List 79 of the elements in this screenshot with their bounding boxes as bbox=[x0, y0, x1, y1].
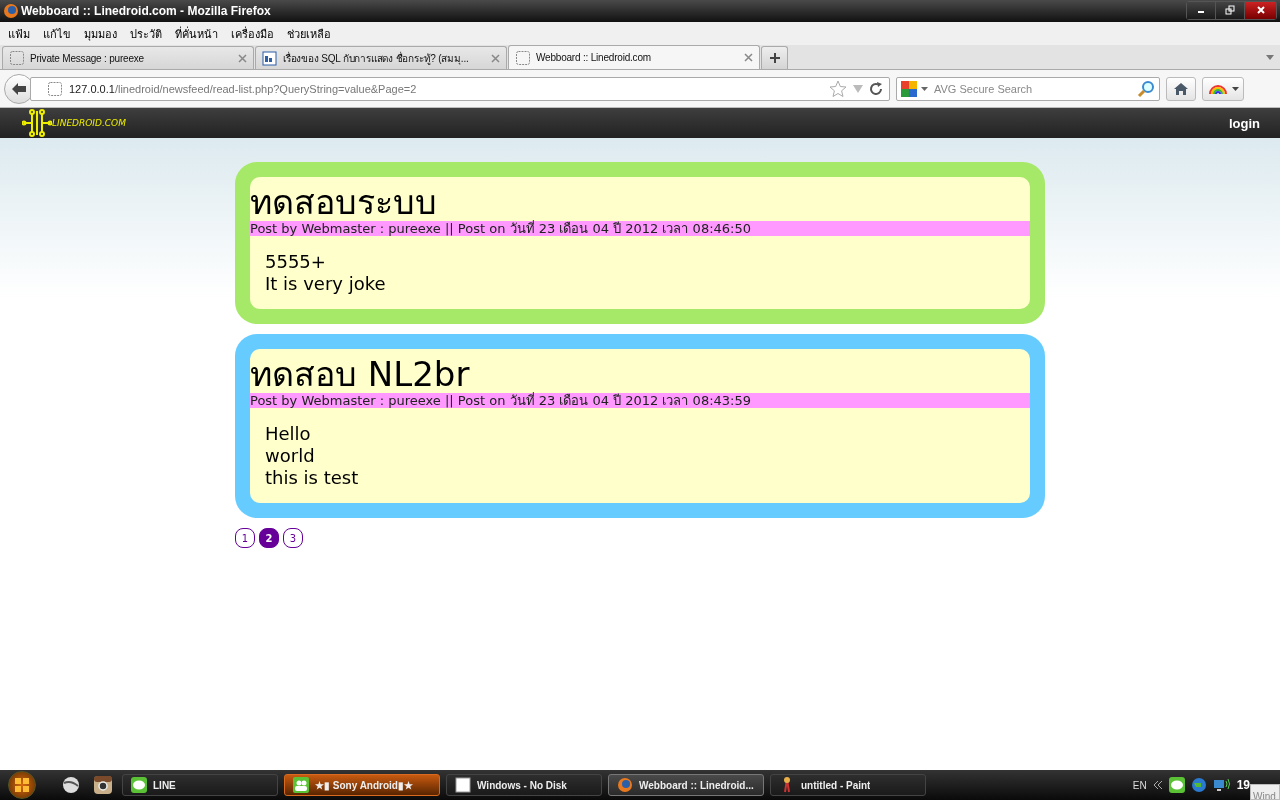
window-title: Webboard :: Linedroid.com - Mozilla Firefox bbox=[21, 4, 271, 18]
line-app-icon bbox=[1168, 777, 1185, 793]
close-icon bbox=[491, 53, 500, 63]
tab-label: Private Message : pureexe bbox=[30, 52, 145, 64]
windows-logo-icon bbox=[14, 777, 30, 793]
page-link[interactable]: 2 bbox=[259, 528, 279, 548]
blank-page-icon bbox=[47, 80, 63, 97]
logo-text: LINEDROID.COM bbox=[52, 118, 126, 128]
globe-icon bbox=[3, 3, 19, 19]
rainbow-icon bbox=[1207, 82, 1228, 95]
menu-item[interactable]: เครื่องมือ bbox=[227, 24, 283, 43]
dropdown-icon bbox=[921, 86, 928, 91]
search-field[interactable]: AVG Secure Search bbox=[932, 81, 1133, 96]
new-tab-button[interactable] bbox=[761, 46, 788, 69]
contacts-icon bbox=[293, 777, 309, 793]
minimize-button[interactable] bbox=[1187, 1, 1216, 19]
close-icon bbox=[744, 53, 753, 62]
line-app-icon bbox=[131, 777, 147, 793]
browser-tab[interactable]: Webboard :: Linedroid.com bbox=[508, 45, 760, 69]
post-text: world bbox=[265, 445, 316, 467]
tab-label: Webboard :: Linedroid.com bbox=[536, 52, 652, 63]
dropdown-icon bbox=[1266, 54, 1274, 60]
tab-label: เรื่องของ SQL กับการแสดง ชื่อกระทู้? (สมมุ... bbox=[283, 50, 470, 66]
chevron-icon bbox=[1152, 781, 1163, 789]
post-text: It is very joke bbox=[265, 273, 387, 295]
post-text: Hello bbox=[265, 423, 312, 445]
home-icon bbox=[1173, 81, 1189, 96]
menu-item[interactable]: ประวัติ bbox=[126, 24, 171, 43]
taskbar-button[interactable]: Windows - No Disk bbox=[446, 774, 602, 796]
globe-icon bbox=[617, 777, 633, 793]
url-text: 127.0.0.1/linedroid/newsfeed/read-list.php?QueryString=value&Page=2 bbox=[69, 82, 418, 95]
taskbar-button[interactable]: LINE bbox=[122, 774, 278, 796]
close-button[interactable] bbox=[1245, 1, 1276, 19]
home-button[interactable] bbox=[1166, 76, 1196, 101]
post-title: ทดสอบระบบ bbox=[250, 183, 438, 221]
menu-item[interactable]: มุมมอง bbox=[80, 24, 126, 43]
menu-item[interactable]: แฟ้ม bbox=[4, 24, 39, 43]
language-indicator[interactable]: EN bbox=[1132, 779, 1147, 791]
back-arrow-icon bbox=[11, 81, 27, 96]
taskbar-button[interactable]: Webboard :: Linedroid... bbox=[608, 774, 764, 796]
taskbar-button[interactable]: untitled - Paint bbox=[770, 774, 926, 796]
document-icon bbox=[262, 50, 278, 66]
browser-tab[interactable]: Private Message : pureexe bbox=[2, 46, 254, 69]
dropdown-icon bbox=[853, 84, 863, 93]
menu-item[interactable]: ที่คั่นหน้า bbox=[171, 24, 227, 43]
menu-item[interactable]: ช่วยเหลือ bbox=[283, 24, 340, 43]
globe-icon bbox=[1190, 777, 1207, 793]
blank-page-icon bbox=[515, 49, 531, 66]
page-link[interactable]: 3 bbox=[283, 528, 303, 548]
login-link[interactable]: login bbox=[1228, 115, 1260, 131]
page-link[interactable]: 1 bbox=[235, 528, 255, 548]
post-title: ทดสอบ NL2br bbox=[250, 355, 471, 393]
taskbar-button[interactable]: ★▮ Sony Android▮★ bbox=[284, 774, 440, 796]
window-icon bbox=[455, 777, 471, 793]
address-bar[interactable]: 127.0.0.1/linedroid/newsfeed/read-list.php?QueryString=value&Page=2 bbox=[30, 76, 890, 101]
post-meta: Post by Webmaster : pureexe || Post on วันที่ 23 เดือน 04 ปี 2012 เวลา 08:43:59 bbox=[250, 393, 1030, 408]
start-button[interactable] bbox=[8, 771, 36, 799]
network-icon bbox=[1212, 777, 1231, 793]
star-icon bbox=[829, 79, 847, 98]
rainbow-button[interactable] bbox=[1202, 76, 1244, 101]
circuit-logo-icon bbox=[22, 109, 52, 137]
clock-text: 19 bbox=[1236, 778, 1250, 792]
search-icon bbox=[1137, 79, 1155, 98]
plus-icon bbox=[768, 52, 781, 64]
avg-logo-icon bbox=[901, 80, 917, 97]
close-icon bbox=[238, 53, 247, 63]
sphere-icon bbox=[62, 776, 80, 794]
post-text: this is test bbox=[265, 467, 360, 489]
post-text: 5555+ bbox=[265, 251, 327, 273]
camera-icon bbox=[93, 775, 113, 795]
restore-icon bbox=[1225, 5, 1235, 15]
blank-page-icon bbox=[9, 50, 25, 66]
menu-item[interactable]: แก้ไข bbox=[39, 24, 80, 43]
dropdown-icon bbox=[1231, 86, 1239, 91]
search-bar[interactable]: AVG Secure Search bbox=[896, 76, 1160, 101]
close-icon bbox=[1255, 5, 1266, 15]
browser-tab[interactable]: เรื่องของ SQL กับการแสดง ชื่อกระทู้? (สมมุ... bbox=[255, 46, 507, 69]
post-meta: Post by Webmaster : pureexe || Post on วันที่ 23 เดือน 04 ปี 2012 เวลา 08:46:50 bbox=[250, 221, 1030, 236]
reload-icon bbox=[869, 81, 883, 96]
